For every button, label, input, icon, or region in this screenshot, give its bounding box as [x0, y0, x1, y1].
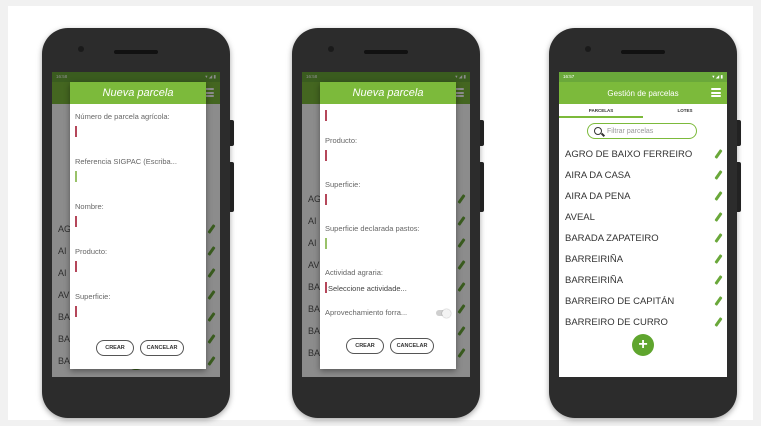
nav-bar — [52, 377, 220, 403]
screen-2: 16:58 ▾ ◢ ▮ AG AI AI AV BA BA BA BA Nuev… — [302, 72, 470, 377]
camera — [585, 46, 591, 52]
power-button — [230, 162, 234, 212]
parcel-name: AIRA DA PENA — [565, 190, 631, 202]
parcel-row[interactable]: BARADA ZAPATEIRO — [565, 228, 723, 248]
volume-button — [480, 120, 484, 146]
nav-bar — [302, 377, 470, 403]
pencil-icon[interactable] — [714, 296, 723, 306]
search-icon — [594, 127, 602, 135]
surface-input[interactable] — [325, 194, 327, 205]
tab-parcelas[interactable]: PARCELAS — [559, 104, 643, 118]
parcel-row[interactable]: AGRO DE BAIXO FERREIRO — [565, 144, 723, 164]
pencil-icon[interactable] — [714, 317, 723, 327]
phone-3: 16:57 ▾ ◢ ▮ Gestión de parcelas PARCELAS… — [549, 28, 741, 418]
pencil-icon[interactable] — [714, 191, 723, 201]
phone-1: 16:58 ▾ ◢ ▮ AG AI AI AV BA BA BA Nueva p… — [42, 28, 234, 418]
camera — [328, 46, 334, 52]
parcel-row[interactable]: BARREIRO DE CURRO — [565, 312, 723, 332]
product-input[interactable] — [75, 261, 77, 272]
pasture-surface-label: Superficie declarada pastos: — [325, 224, 420, 233]
parcel-name: AIRA DA CASA — [565, 169, 631, 181]
volume-button — [230, 120, 234, 146]
filter-placeholder: Filtrar parcelas — [607, 127, 654, 135]
product-input[interactable] — [325, 150, 327, 161]
phone-2: 16:58 ▾ ◢ ▮ AG AI AI AV BA BA BA BA Nuev… — [292, 28, 484, 418]
activity-select-cursor — [325, 282, 327, 293]
nav-bar — [559, 377, 727, 403]
pencil-icon[interactable] — [714, 275, 723, 285]
parcel-name: BARADA ZAPATEIRO — [565, 232, 659, 244]
parcel-row[interactable]: AIRA DA PENA — [565, 186, 723, 206]
screenshot-frame: 16:58 ▾ ◢ ▮ AG AI AI AV BA BA BA Nueva p… — [8, 6, 753, 420]
plus-icon: + — [638, 336, 648, 353]
sigpac-input[interactable] — [75, 171, 77, 182]
parcel-row[interactable]: BARREIRIÑA — [565, 249, 723, 269]
parcel-name: AGRO DE BAIXO FERREIRO — [565, 148, 693, 160]
name-input[interactable] — [75, 216, 77, 227]
product-label: Producto: — [75, 247, 108, 256]
forage-label: Aprovechamiento forra... — [325, 308, 408, 317]
create-button[interactable]: CREAR — [96, 340, 134, 356]
parcel-row[interactable]: AVEAL — [565, 207, 723, 227]
cancel-button[interactable]: CANCELAR — [140, 340, 184, 356]
product-label: Producto: — [325, 136, 358, 145]
surface-label: Superficie: — [325, 180, 361, 189]
pasture-surface-input[interactable] — [325, 238, 327, 249]
activity-select[interactable]: Seleccione actividade... — [328, 284, 407, 293]
dialog-title: Nueva parcela — [70, 82, 206, 104]
parcel-row[interactable]: BARREIRO DE CAPITÁN — [565, 291, 723, 311]
parcel-name: AVEAL — [565, 211, 595, 223]
pencil-icon[interactable] — [714, 212, 723, 222]
power-button — [480, 162, 484, 212]
sigpac-label: Referencia SIGPAC (Escriba... — [75, 157, 177, 166]
volume-button — [737, 120, 741, 146]
parcel-row[interactable]: AIRA DA CASA — [565, 165, 723, 185]
new-parcel-dialog: Nueva parcela Número de parcela agrícola… — [70, 82, 206, 369]
agrarian-activity-label: Actividad agraria: — [325, 268, 383, 277]
parcel-name: BARREIRO DE CAPITÁN — [565, 295, 675, 307]
surface-label: Superficie: — [75, 292, 111, 301]
name-label: Nombre: — [75, 202, 104, 211]
pencil-icon[interactable] — [714, 170, 723, 180]
dialog-title: Nueva parcela — [320, 82, 456, 104]
speaker — [364, 50, 408, 54]
parcel-name: BARREIRO DE CURRO — [565, 316, 668, 328]
tab-bar: PARCELAS LOTES — [559, 104, 727, 118]
parcel-number-label: Número de parcela agrícola: — [75, 112, 170, 121]
pencil-icon[interactable] — [714, 254, 723, 264]
add-parcel-button[interactable]: + — [632, 334, 654, 356]
forage-toggle[interactable] — [436, 308, 451, 318]
filter-input[interactable]: Filtrar parcelas — [587, 123, 697, 139]
parcel-name: BARREIRIÑA — [565, 253, 624, 265]
parcel-number-input[interactable] — [75, 126, 77, 137]
surface-input[interactable] — [75, 306, 77, 317]
status-time: 16:57 — [563, 74, 575, 79]
parcel-row[interactable]: BARREIRIÑA — [565, 270, 723, 290]
new-parcel-dialog-scrolled: Nueva parcela Producto: Superficie: Supe… — [320, 82, 456, 369]
camera — [78, 46, 84, 52]
page-title: Gestión de parcelas — [607, 88, 679, 98]
pencil-icon[interactable] — [714, 149, 723, 159]
screen-1: 16:58 ▾ ◢ ▮ AG AI AI AV BA BA BA Nueva p… — [52, 72, 220, 377]
status-bar: 16:57 ▾ ◢ ▮ — [559, 72, 727, 82]
power-button — [737, 162, 741, 212]
status-icons: ▾ ◢ ▮ — [712, 74, 723, 79]
previous-input[interactable] — [325, 110, 327, 121]
tab-lotes[interactable]: LOTES — [643, 104, 727, 118]
cancel-button[interactable]: CANCELAR — [390, 338, 434, 354]
create-button[interactable]: CREAR — [346, 338, 384, 354]
speaker — [114, 50, 158, 54]
screen-3: 16:57 ▾ ◢ ▮ Gestión de parcelas PARCELAS… — [559, 72, 727, 377]
speaker — [621, 50, 665, 54]
parcel-name: BARREIRIÑA — [565, 274, 624, 286]
pencil-icon[interactable] — [714, 233, 723, 243]
